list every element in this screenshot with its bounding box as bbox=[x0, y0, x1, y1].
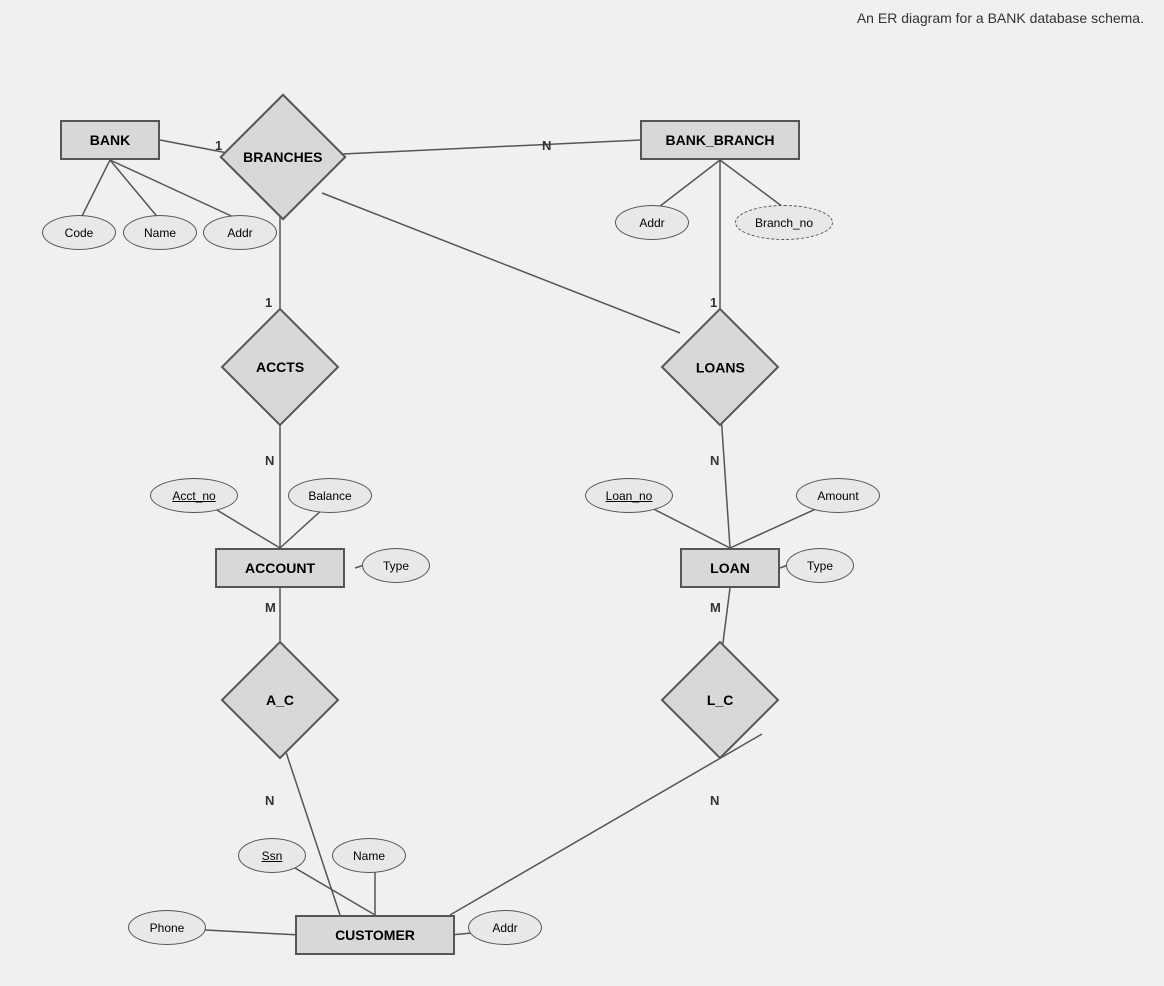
card-1-bank-branches: 1 bbox=[215, 138, 222, 153]
entity-bank: BANK bbox=[60, 120, 160, 160]
rel-loans: LOANS bbox=[661, 308, 780, 427]
attr-loan-no: Loan_no bbox=[585, 478, 673, 513]
card-n-accts-account: N bbox=[265, 453, 274, 468]
attr-bank-name: Name bbox=[123, 215, 197, 250]
rel-lc: L_C bbox=[661, 641, 780, 760]
rel-accts: ACCTS bbox=[221, 308, 340, 427]
attr-bb-addr: Addr bbox=[615, 205, 689, 240]
attr-cust-name: Name bbox=[332, 838, 406, 873]
attr-amount: Amount bbox=[796, 478, 880, 513]
entity-account: ACCOUNT bbox=[215, 548, 345, 588]
attr-bank-code: Code bbox=[42, 215, 116, 250]
card-n-ac-customer: N bbox=[265, 793, 274, 808]
entity-customer: CUSTOMER bbox=[295, 915, 455, 955]
attr-loan-type: Type bbox=[786, 548, 854, 583]
card-1-branches-accts: 1 bbox=[265, 295, 272, 310]
attr-acct-no: Acct_no bbox=[150, 478, 238, 513]
card-m-account-ac: M bbox=[265, 600, 276, 615]
attr-acct-type: Type bbox=[362, 548, 430, 583]
card-m-loan-lc: M bbox=[710, 600, 721, 615]
card-n-loans-loan: N bbox=[710, 453, 719, 468]
entity-bank-branch: BANK_BRANCH bbox=[640, 120, 800, 160]
rel-ac: A_C bbox=[221, 641, 340, 760]
diagram-caption: An ER diagram for a BANK database schema… bbox=[857, 10, 1144, 26]
attr-bb-branchno: Branch_no bbox=[735, 205, 833, 240]
card-n-lc-customer: N bbox=[710, 793, 719, 808]
attr-ssn: Ssn bbox=[238, 838, 306, 873]
card-n-branches-bb: N bbox=[542, 138, 551, 153]
entity-loan: LOAN bbox=[680, 548, 780, 588]
card-1-bb-loans: 1 bbox=[710, 295, 717, 310]
attr-balance: Balance bbox=[288, 478, 372, 513]
rel-branches: BRANCHES bbox=[219, 93, 346, 220]
attr-bank-addr: Addr bbox=[203, 215, 277, 250]
attr-cust-addr: Addr bbox=[468, 910, 542, 945]
attr-phone: Phone bbox=[128, 910, 206, 945]
er-diagram: An ER diagram for a BANK database schema… bbox=[0, 0, 1164, 986]
